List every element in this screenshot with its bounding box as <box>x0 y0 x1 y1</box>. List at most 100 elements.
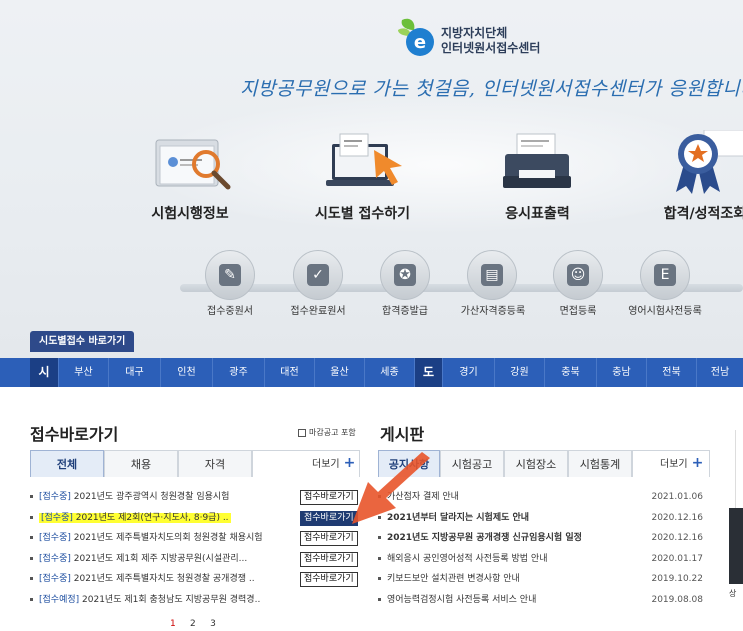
tab-exam-venue[interactable]: 시험장소 <box>504 450 568 477</box>
quick-apply-completed-button[interactable]: ✓ <box>293 250 343 300</box>
list-item[interactable]: [접수중] 2021년도 제2회(연구·지도사, 8·9급) .. 접수바로가기 <box>30 508 365 529</box>
region-province-group[interactable]: 도 <box>414 358 442 387</box>
list-item[interactable]: 영어능력검정시험 사전등록 서비스 안내 2019.08.08 <box>378 590 705 611</box>
region-city-group[interactable]: 시 <box>30 358 58 387</box>
checkbox-icon[interactable] <box>298 428 306 437</box>
status-badge: [접수중] <box>39 574 71 584</box>
region-item[interactable]: 충북 <box>544 358 596 387</box>
list-item[interactable]: [접수중] 2021년도 제1회 제주 지방공무원(시설관리... 접수바로가기 <box>30 549 365 570</box>
side-thumbnail[interactable] <box>729 508 743 584</box>
list-item-text[interactable]: 키보드보안 설치관련 변경사항 안내 <box>387 574 520 584</box>
region-item[interactable]: 전남 <box>696 358 743 387</box>
post-date: 2020.12.16 <box>651 512 703 523</box>
list-item-text[interactable]: 2021년도 제주특별자치도 청원경찰 공개경쟁 .. <box>74 574 255 584</box>
logo-e-icon: e <box>398 18 434 56</box>
region-item[interactable]: 울산 <box>314 358 364 387</box>
region-item[interactable]: 강원 <box>494 358 544 387</box>
certificate-icon: ✪ <box>394 264 416 286</box>
bullet-icon <box>30 597 33 601</box>
quick-interview-button[interactable]: ☺ <box>553 250 603 300</box>
bullet-icon <box>30 495 33 498</box>
list-item-text[interactable]: 영어능력검정시험 사전등록 서비스 안내 <box>387 595 536 605</box>
profile-card-icon: ☺ <box>567 264 589 286</box>
region-item[interactable]: 전북 <box>646 358 696 387</box>
quick-label: 합격증발급 <box>382 306 428 317</box>
list-item[interactable]: 키보드보안 설치관련 변경사항 안내 2019.10.22 <box>378 569 705 590</box>
tab-all[interactable]: 전체 <box>30 450 104 477</box>
apply-shortcut-button[interactable]: 접수바로가기 <box>300 531 358 546</box>
quick-label: 면접등록 <box>559 306 597 317</box>
apply-shortcut-button[interactable]: 접수바로가기 <box>300 572 358 587</box>
status-badge: [접수중] <box>39 553 71 564</box>
list-item-text[interactable]: 2021년도 광주광역시 청원경찰 임용시험 <box>74 492 230 502</box>
region-item[interactable]: 부산 <box>58 358 108 387</box>
page-link[interactable]: 2 <box>190 619 196 629</box>
quick-label: 영어시험사전등록 <box>628 306 702 317</box>
post-date: 2020.12.16 <box>651 533 703 543</box>
region-shortcut-tab[interactable]: 시도별접수 바로가기 <box>30 331 135 352</box>
quick-label: 접수완료원서 <box>290 306 346 317</box>
list-item-text[interactable]: 2021년도 지방공무원 공개경쟁 신규임용시험 일정 <box>387 533 582 543</box>
list-item[interactable]: [접수중] 2021년도 제주특별자치도 청원경찰 공개경쟁 .. 접수바로가기 <box>30 569 365 590</box>
list-item-text[interactable]: 2021년도 제1회 충청남도 지방공무원 경력경.. <box>82 595 260 605</box>
folder-magnifier-icon <box>140 130 240 195</box>
tab-hiring[interactable]: 채용 <box>104 450 178 477</box>
region-item[interactable]: 인천 <box>160 358 212 387</box>
site-logo[interactable]: e 지방자치단체 인터넷원서접수센터 <box>394 14 544 58</box>
medal-icon <box>660 129 743 195</box>
list-item-text[interactable]: 2021년도 제주특별자치도의회 청원경찰 채용시험 <box>74 533 263 543</box>
bullet-icon <box>30 536 33 539</box>
feature-region-apply[interactable]: 시도별 접수하기 <box>310 130 415 223</box>
apply-shortcut-button[interactable]: 접수바로가기 <box>300 551 358 567</box>
apply-shortcut-title: 접수바로가기 <box>30 425 119 444</box>
quick-extra-license-button[interactable]: ▤ <box>467 250 517 300</box>
region-item[interactable]: 대구 <box>108 358 160 387</box>
bullet-icon <box>378 577 381 580</box>
region-item[interactable]: 광주 <box>212 358 264 387</box>
board-title: 게시판 <box>380 425 425 444</box>
status-badge: [접수중] <box>41 512 73 523</box>
include-closed-checkbox[interactable]: 마감공고 포함 <box>298 427 356 438</box>
tab-exam-notice[interactable]: 시험공고 <box>440 450 504 477</box>
list-item[interactable]: [접수중] 2021년도 제주특별자치도의회 청원경찰 채용시험 접수바로가기 <box>30 528 365 549</box>
annotation-arrow-icon <box>352 452 430 524</box>
post-date: 2021.01.06 <box>651 492 703 502</box>
page-link[interactable]: 3 <box>210 619 216 629</box>
feature-result-lookup[interactable]: 합격/성적조회 <box>660 129 743 223</box>
printer-icon <box>495 130 580 195</box>
region-item[interactable]: 대전 <box>264 358 314 387</box>
feature-label: 합격/성적조회 <box>663 206 743 222</box>
status-badge: [접수예정] <box>39 594 80 605</box>
region-item[interactable]: 세종 <box>364 358 414 387</box>
page-link[interactable]: 1 <box>170 619 176 629</box>
list-item[interactable]: [접수중] 2021년도 광주광역시 청원경찰 임용시험 접수바로가기 <box>30 487 365 508</box>
quick-certificate-button[interactable]: ✪ <box>380 250 430 300</box>
feature-label: 응시표출력 <box>505 206 570 222</box>
english-doc-icon: E <box>654 264 676 286</box>
feature-exam-info[interactable]: 시험시행정보 <box>140 130 240 223</box>
hero-banner: e 지방자치단체 인터넷원서접수센터 지방공무원으로 가는 첫걸음, 인터넷원서… <box>0 0 743 358</box>
list-item-text[interactable]: 2021년도 제2회(연구·지도사, 8·9급) .. <box>76 513 229 523</box>
list-item-text[interactable]: 해외응시 공인영어성적 사전등록 방법 안내 <box>387 554 548 564</box>
bullet-icon <box>378 536 381 539</box>
list-item-text[interactable]: 2021년도 제1회 제주 지방공무원(시설관리... <box>74 554 248 564</box>
bullet-icon <box>378 597 381 601</box>
slogan: 지방공무원으로 가는 첫걸음, 인터넷원서접수센터가 응원합니다! <box>240 78 743 100</box>
pagination: 1 2 3 <box>170 619 216 629</box>
region-nav: 시 부산 대구 인천 광주 대전 울산 세종 도 경기 강원 충북 충남 전북 … <box>0 358 743 387</box>
list-item[interactable]: [접수예정] 2021년도 제1회 충청남도 지방공무원 경력경.. <box>30 590 365 611</box>
feature-print-admission[interactable]: 응시표출력 <box>495 130 580 223</box>
region-item[interactable]: 경기 <box>442 358 494 387</box>
side-label: 상 <box>729 589 737 598</box>
apply-list: [접수중] 2021년도 광주광역시 청원경찰 임용시험 접수바로가기 [접수중… <box>30 487 365 610</box>
quick-apply-in-progress-button[interactable]: ✎ <box>205 250 255 300</box>
more-label: 더보기 <box>312 459 340 470</box>
tab-qualification[interactable]: 자격 <box>178 450 252 477</box>
list-item[interactable]: 해외응시 공인영어성적 사전등록 방법 안내 2020.01.17 <box>378 549 705 570</box>
laptop-cursor-icon <box>310 130 415 195</box>
tab-exam-stats[interactable]: 시험통계 <box>568 450 632 477</box>
apply-tabs: 전체 채용 자격 <box>30 450 360 477</box>
board-more-link[interactable]: 더보기 + <box>660 451 703 476</box>
quick-english-register-button[interactable]: E <box>640 250 690 300</box>
region-item[interactable]: 충남 <box>596 358 646 387</box>
